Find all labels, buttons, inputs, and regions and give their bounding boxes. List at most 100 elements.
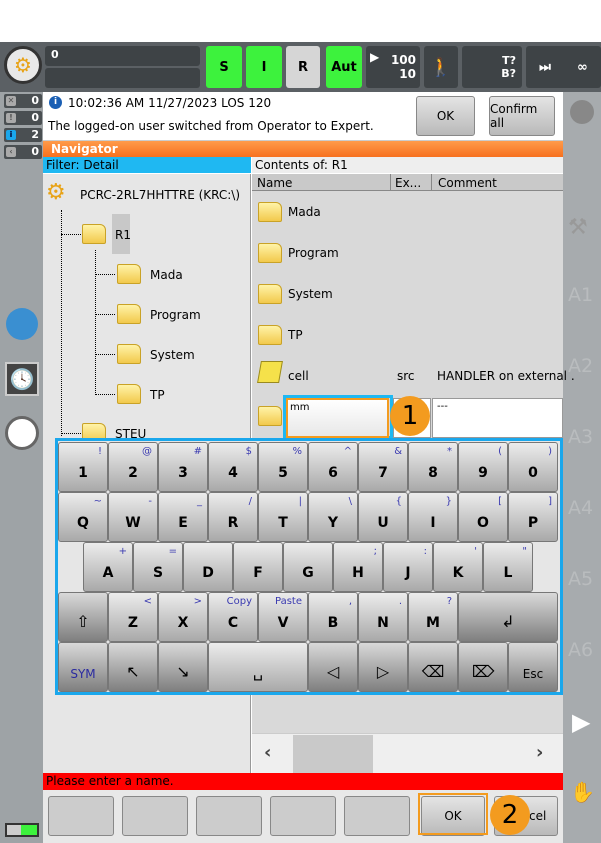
key-2-3[interactable]: F (233, 542, 283, 592)
key-2-0[interactable]: A + (83, 542, 133, 592)
key-1-1[interactable]: W - (108, 492, 158, 542)
softkey-3[interactable] (196, 796, 262, 836)
key-4-7[interactable]: ⌦ (458, 642, 508, 692)
key-2-8[interactable]: L " (483, 542, 533, 592)
axis-a5[interactable]: A5 (568, 568, 593, 590)
key-1-5[interactable]: Y \ (308, 492, 358, 542)
clock-icon[interactable]: 🕓 (5, 362, 39, 396)
key-0-2[interactable]: 3 # (158, 442, 208, 492)
warning-counter[interactable]: ! 0 (4, 111, 42, 125)
robot-logo-button[interactable]: ⚙ (4, 46, 42, 84)
scroll-left-icon[interactable]: ‹ (264, 742, 271, 763)
key-2-5[interactable]: H ; (333, 542, 383, 592)
key-2-6[interactable]: J : (383, 542, 433, 592)
jog-mode-icon[interactable]: ⚒ (568, 215, 588, 240)
key-4-0[interactable]: SYM (58, 642, 108, 692)
axis-a6[interactable]: A6 (568, 639, 593, 661)
axis-a3[interactable]: A3 (568, 426, 593, 448)
key-3-6[interactable]: N . (358, 592, 408, 642)
key-4-8[interactable]: Esc (508, 642, 558, 692)
scrollbar-thumb[interactable] (293, 735, 373, 773)
error-counter[interactable]: ✕ 0 (4, 94, 42, 108)
horizontal-scrollbar[interactable]: ‹ › (252, 733, 563, 773)
key-2-2[interactable]: D (183, 542, 233, 592)
key-4-4[interactable]: ◁ (308, 642, 358, 692)
walk-icon[interactable]: 🚶 (424, 46, 458, 88)
confirm-all-button[interactable]: Confirm all (489, 96, 555, 136)
key-1-0[interactable]: Q ~ (58, 492, 108, 542)
mode-button[interactable]: Aut (326, 46, 362, 88)
key-3-0[interactable]: ⇧ (58, 592, 108, 642)
comment-input[interactable]: --- (432, 398, 563, 438)
softkey-4[interactable] (270, 796, 336, 836)
softkey-2[interactable] (122, 796, 188, 836)
key-3-2[interactable]: X > (158, 592, 208, 642)
key-3-4[interactable]: V Paste (258, 592, 308, 642)
softkey-1[interactable] (48, 796, 114, 836)
axis-a1[interactable]: A1 (568, 284, 593, 306)
key-0-1[interactable]: 2 @ (108, 442, 158, 492)
filter-label[interactable]: Filter: Detail (43, 157, 251, 173)
key-1-2[interactable]: E _ (158, 492, 208, 542)
scroll-right-icon[interactable]: › (536, 742, 543, 763)
key-3-3[interactable]: C Copy (208, 592, 258, 642)
key-2-7[interactable]: K ' (433, 542, 483, 592)
key-4-3[interactable]: ␣ (208, 642, 308, 692)
key-3-8[interactable]: ↲ (458, 592, 558, 642)
tree-item-r1[interactable]: R1 (115, 228, 131, 242)
key-0-0[interactable]: 1 ! (58, 442, 108, 492)
key-0-9[interactable]: 0 ) (508, 442, 558, 492)
tool-base-button[interactable]: T? B? (462, 46, 522, 88)
name-input[interactable]: mm (286, 398, 389, 438)
key-secondary-label: & (394, 446, 402, 457)
tree-item[interactable]: System (150, 348, 195, 362)
tree-line (61, 210, 62, 436)
key-4-5[interactable]: ▷ (358, 642, 408, 692)
key-1-9[interactable]: P ] (508, 492, 558, 542)
run-mode-button[interactable]: ⏭ ∞ (526, 46, 601, 88)
info-counter[interactable]: i2 (4, 128, 42, 142)
key-2-4[interactable]: G (283, 542, 333, 592)
key-0-8[interactable]: 9 ( (458, 442, 508, 492)
hand-icon[interactable]: ✋ (570, 780, 595, 804)
key-1-3[interactable]: R / (208, 492, 258, 542)
key-2-1[interactable]: S = (133, 542, 183, 592)
softkey-5[interactable] (344, 796, 410, 836)
column-ext[interactable]: Ex... (390, 174, 425, 191)
tree-item[interactable]: Program (150, 308, 201, 322)
key-label: Z (127, 615, 139, 631)
tree-line (95, 314, 115, 315)
key-3-5[interactable]: B , (308, 592, 358, 642)
key-0-5[interactable]: 6 ^ (308, 442, 358, 492)
key-3-7[interactable]: M ? (408, 592, 458, 642)
key-1-8[interactable]: O [ (458, 492, 508, 542)
tree-item[interactable]: Mada (150, 268, 183, 282)
tree-item[interactable]: TP (150, 388, 165, 402)
key-0-6[interactable]: 7 & (358, 442, 408, 492)
key-0-3[interactable]: 4 $ (208, 442, 258, 492)
key-3-1[interactable]: Z < (108, 592, 158, 642)
key-4-2[interactable]: ↘ (158, 642, 208, 692)
robot-status-button[interactable]: R (286, 46, 320, 88)
globe-icon[interactable] (570, 100, 594, 124)
tree-root[interactable]: PCRC-2RL7HHTTRE (KRC:\) (80, 188, 240, 202)
key-0-7[interactable]: 8 * (408, 442, 458, 492)
key-1-4[interactable]: T | (258, 492, 308, 542)
axis-a4[interactable]: A4 (568, 497, 593, 519)
message-ok-button[interactable]: OK (416, 96, 475, 136)
key-4-1[interactable]: ↖ (108, 642, 158, 692)
submit-status-button[interactable]: S (206, 46, 242, 88)
key-1-7[interactable]: I } (408, 492, 458, 542)
wait-counter[interactable]: ‹ 0 (4, 145, 42, 159)
key-4-6[interactable]: ⌫ (408, 642, 458, 692)
gear-icon[interactable] (6, 308, 38, 340)
user-group-icon[interactable] (5, 416, 39, 450)
column-name[interactable]: Name (257, 176, 292, 190)
column-comment[interactable]: Comment (431, 174, 503, 191)
run-mode-icon: ⏭ (539, 59, 551, 75)
play-start-icon[interactable]: ▶ (572, 708, 590, 736)
play-icon: ▶ (370, 50, 380, 64)
drive-status-button[interactable]: I (246, 46, 282, 88)
key-1-6[interactable]: U { (358, 492, 408, 542)
key-0-4[interactable]: 5 % (258, 442, 308, 492)
